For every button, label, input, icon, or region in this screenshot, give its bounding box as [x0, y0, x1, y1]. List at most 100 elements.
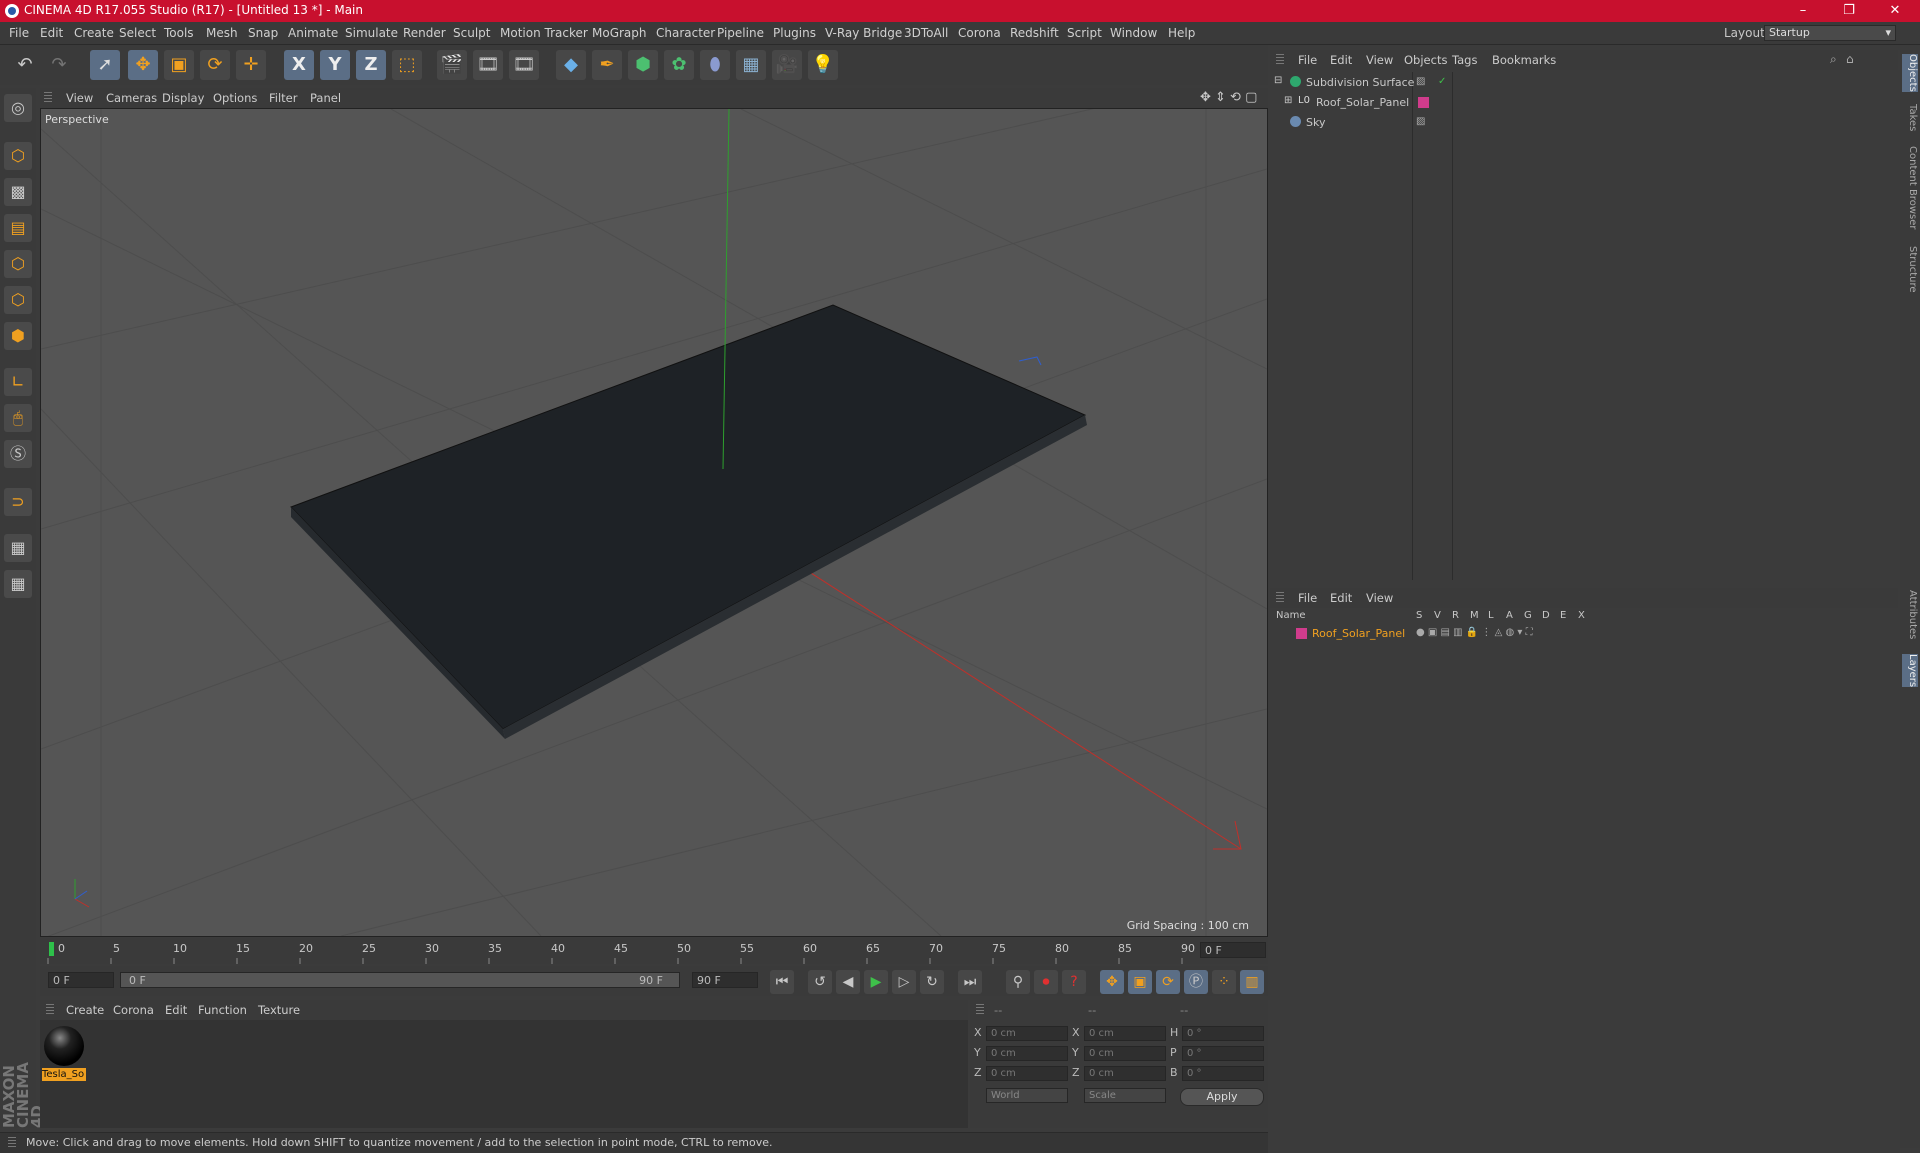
make-editable-button[interactable]: ◎	[4, 94, 32, 122]
subdivision-surface-button[interactable]: ⬢	[628, 50, 658, 80]
render-settings-button[interactable]: 🎞	[509, 50, 539, 80]
viewport-nav-icons[interactable]: ✥ ⇕ ⟲ ▢	[1200, 90, 1257, 105]
move-tool-button[interactable]: ✥	[128, 50, 158, 80]
vp-menu-display[interactable]: Display	[162, 91, 204, 105]
apply-button[interactable]: Apply	[1180, 1088, 1264, 1106]
tweak-mode-button[interactable]: 🖱	[4, 404, 32, 432]
obj-menu-objects[interactable]: Objects	[1404, 53, 1447, 67]
render-view-button[interactable]: 🎬	[437, 50, 467, 80]
grip-handle[interactable]	[1276, 54, 1284, 66]
menu-simulate[interactable]: Simulate	[345, 26, 398, 40]
size-z-field[interactable]: 0 cm	[1084, 1066, 1166, 1081]
menu-render[interactable]: Render	[403, 26, 446, 40]
layout-select[interactable]: Startup ▾	[1764, 25, 1896, 41]
menu-plugins[interactable]: Plugins	[773, 26, 816, 40]
mat-menu-function[interactable]: Function	[198, 1003, 247, 1017]
live-selection-button[interactable]: ➚	[90, 50, 120, 80]
end-frame-field[interactable]: 90 F	[692, 972, 758, 988]
key-scale-button[interactable]: ▣	[1128, 970, 1152, 994]
current-frame-field[interactable]: 0 F	[1200, 942, 1266, 958]
model-mode-button[interactable]: ⬡	[4, 142, 32, 170]
goto-start-button[interactable]: ⏮	[770, 970, 794, 994]
floor-button[interactable]: ▦	[736, 50, 766, 80]
pos-z-field[interactable]: 0 cm	[986, 1066, 1068, 1081]
tab-layers[interactable]: Layers	[1902, 654, 1918, 688]
snap-button[interactable]: Ⓢ	[4, 440, 32, 468]
perspective-viewport[interactable]: Perspective Grid Spacing : 100 cm	[40, 108, 1268, 937]
tab-structure[interactable]: Structure	[1902, 246, 1918, 293]
magnet-button[interactable]: ⊃	[4, 488, 32, 516]
coordinate-system-button[interactable]: ⬚	[392, 50, 422, 80]
obj-menu-bookmarks[interactable]: Bookmarks	[1492, 53, 1556, 67]
menu-select[interactable]: Select	[119, 26, 156, 40]
vp-menu-panel[interactable]: Panel	[310, 91, 341, 105]
x-axis-button[interactable]: X	[284, 50, 314, 80]
obj-menu-view[interactable]: View	[1366, 53, 1393, 67]
key-position-button[interactable]: ✥	[1100, 970, 1124, 994]
vp-menu-options[interactable]: Options	[213, 91, 257, 105]
planar-workplane-button[interactable]: ▦	[4, 570, 32, 598]
grip-handle[interactable]	[1276, 592, 1284, 604]
polygons-mode-button[interactable]: ⬢	[4, 322, 32, 350]
object-row[interactable]: Sky ▨	[1270, 114, 1898, 132]
mat-menu-edit[interactable]: Edit	[165, 1003, 187, 1017]
edges-mode-button[interactable]: ⬡	[4, 286, 32, 314]
mat-menu-create[interactable]: Create	[66, 1003, 104, 1017]
rotate-tool-button[interactable]: ⟳	[200, 50, 230, 80]
grip-handle[interactable]	[46, 1004, 54, 1016]
layer-menu-view[interactable]: View	[1366, 591, 1393, 605]
mat-menu-texture[interactable]: Texture	[258, 1003, 300, 1017]
menu-animate[interactable]: Animate	[288, 26, 338, 40]
size-x-field[interactable]: 0 cm	[1084, 1026, 1166, 1041]
timeline-ruler[interactable]: 0 5 10 15 20 25 30 35 40 45 50 55 60 65 …	[40, 938, 1268, 964]
record-keys-button[interactable]: ⚲	[1006, 970, 1030, 994]
camera-button[interactable]: 🎥	[772, 50, 802, 80]
menu-corona[interactable]: Corona	[958, 26, 1001, 40]
size-mode-select[interactable]: Scale	[1084, 1088, 1166, 1103]
menu-sculpt[interactable]: Sculpt	[453, 26, 490, 40]
close-button[interactable]: ✕	[1872, 0, 1918, 22]
layer-toggle-icons[interactable]: ● ▣ ▤ ▥ 🔒 ⋮ ◬ ◍ ▾ ⛶	[1416, 627, 1533, 638]
playhead[interactable]	[49, 942, 54, 956]
material-swatch[interactable]: Tesla_So	[42, 1024, 86, 1081]
key-parameter-button[interactable]: Ⓟ	[1184, 970, 1208, 994]
points-mode-button[interactable]: ⬡	[4, 250, 32, 278]
transform-tool-button[interactable]: ✛	[236, 50, 266, 80]
keyframe-selection-button[interactable]: ?	[1062, 970, 1086, 994]
render-to-picture-viewer-button[interactable]: 🎞	[473, 50, 503, 80]
expand-icon[interactable]: ⊞	[1284, 95, 1292, 106]
obj-menu-edit[interactable]: Edit	[1330, 53, 1352, 67]
redo-button[interactable]: ↷	[44, 50, 74, 80]
object-row[interactable]: ⊞ L0 Roof_Solar_Panel	[1270, 94, 1898, 112]
menu-vray-bridge[interactable]: V-Ray Bridge	[825, 26, 902, 40]
menu-file[interactable]: File	[9, 26, 29, 40]
vp-menu-view[interactable]: View	[66, 91, 93, 105]
menu-snap[interactable]: Snap	[248, 26, 278, 40]
object-row[interactable]: ⊟ Subdivision Surface ▨ ✓	[1270, 74, 1898, 92]
tab-attributes[interactable]: Attributes	[1902, 590, 1918, 639]
tab-content-browser[interactable]: Content Browser	[1902, 146, 1918, 229]
y-axis-button[interactable]: Y	[320, 50, 350, 80]
home-icon[interactable]: ⌂	[1846, 52, 1854, 66]
pos-x-field[interactable]: 0 cm	[986, 1026, 1068, 1041]
grip-handle[interactable]	[44, 92, 52, 104]
tab-objects[interactable]: Objects	[1902, 54, 1918, 92]
scale-tool-button[interactable]: ▣	[164, 50, 194, 80]
search-icon[interactable]: ⌕	[1830, 52, 1837, 67]
next-frame-button[interactable]: ▷	[892, 970, 916, 994]
minimize-button[interactable]: –	[1780, 0, 1826, 22]
cloner-button[interactable]: ✿	[664, 50, 694, 80]
menu-pipeline[interactable]: Pipeline	[717, 26, 764, 40]
lock-workplane-button[interactable]: ▦	[4, 534, 32, 562]
menu-character[interactable]: Character	[656, 26, 715, 40]
deformer-button[interactable]: ⬮	[700, 50, 730, 80]
start-frame-field[interactable]: 0 F	[48, 972, 114, 988]
pen-spline-button[interactable]: ✒	[592, 50, 622, 80]
layer-row[interactable]: Roof_Solar_Panel ● ▣ ▤ ▥ 🔒 ⋮ ◬ ◍ ▾ ⛶	[1270, 626, 1898, 642]
tab-takes[interactable]: Takes	[1902, 104, 1918, 131]
menu-edit[interactable]: Edit	[40, 26, 63, 40]
prev-key-button[interactable]: ↺	[808, 970, 832, 994]
key-pla-button[interactable]: ⁘	[1212, 970, 1236, 994]
enabled-check-icon[interactable]: ✓	[1438, 76, 1446, 87]
goto-end-button[interactable]: ⏭	[958, 970, 982, 994]
